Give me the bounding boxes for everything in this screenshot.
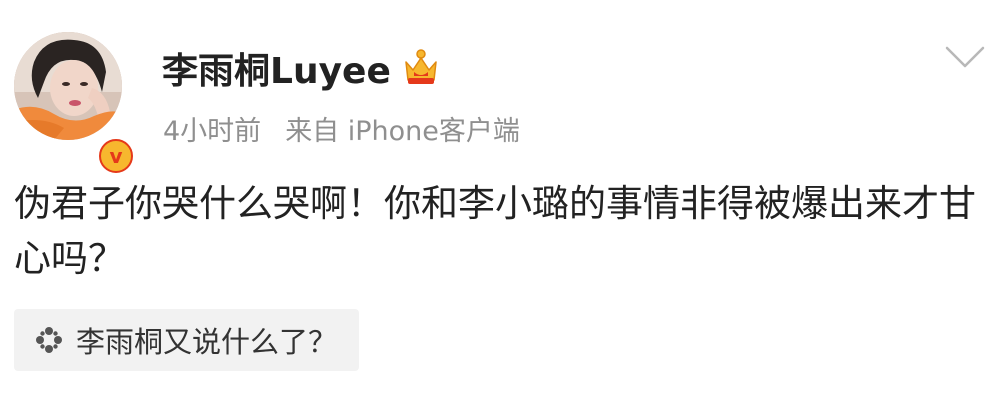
spark-icon: [36, 327, 62, 353]
verified-v-badge-icon: v: [99, 139, 133, 173]
avatar[interactable]: [14, 32, 122, 140]
topic-chip[interactable]: 李雨桐又说什么了？: [14, 309, 360, 371]
verified-badge: v: [96, 136, 136, 176]
weibo-post-card: v 李雨桐Luyee 4小时前 来自 iPhone客户端 伪君子你哭什么哭啊！你…: [0, 0, 1000, 400]
topic-label: 李雨桐又说什么了？: [76, 325, 338, 359]
post-source: 来自 iPhone客户端: [285, 115, 520, 147]
crown-icon[interactable]: [401, 48, 441, 88]
author-row: 李雨桐Luyee: [162, 40, 441, 96]
avatar-image: [14, 32, 122, 140]
post-content: 伪君子你哭什么哭啊！你和李小璐的事情非得被爆出来才甘心吗？: [14, 182, 976, 280]
username[interactable]: 李雨桐Luyee: [162, 42, 391, 94]
post-time: 4小时前: [163, 115, 262, 147]
chevron-down-icon[interactable]: [944, 44, 986, 72]
post-meta: 4小时前 来自 iPhone客户端: [163, 108, 520, 148]
avatar-container[interactable]: v: [14, 32, 136, 176]
